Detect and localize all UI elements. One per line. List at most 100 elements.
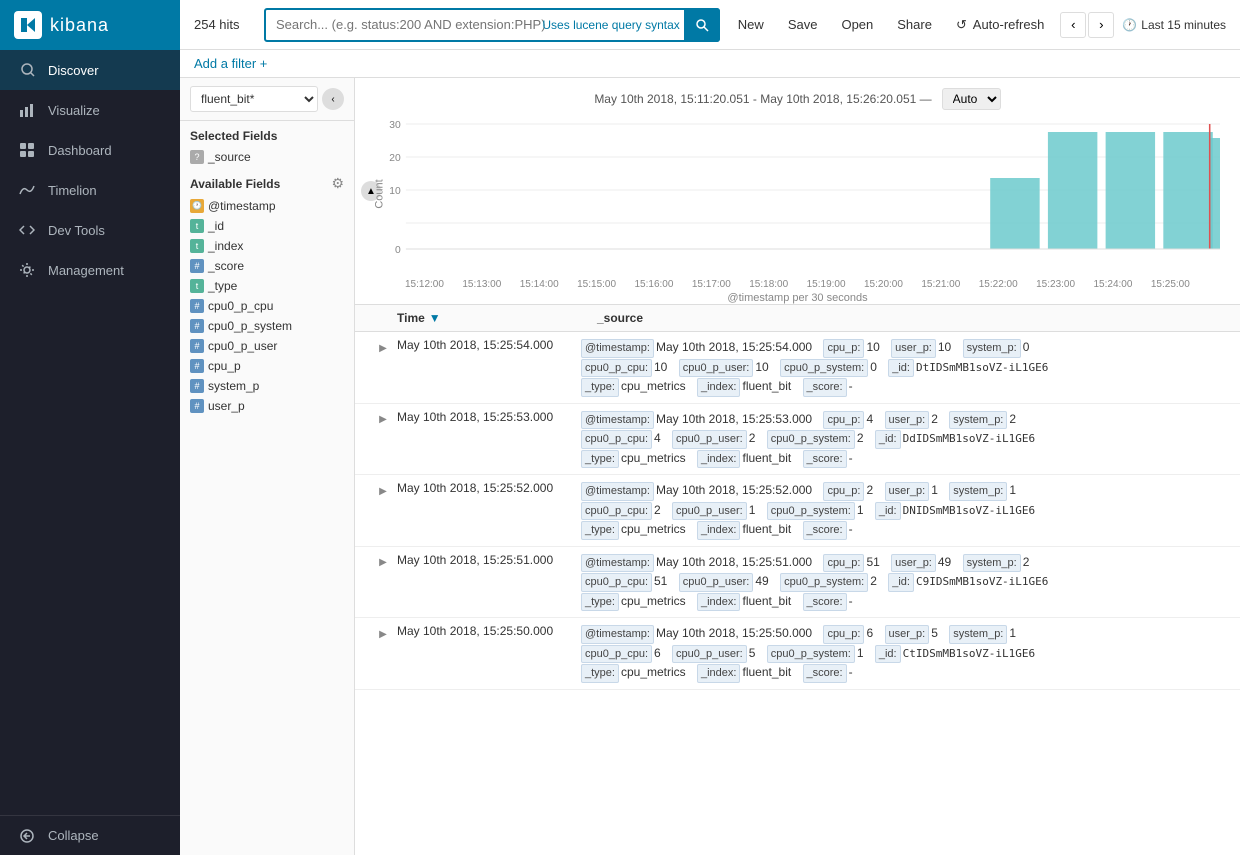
field-type-num-userp: # [190, 399, 204, 413]
field-score[interactable]: # _score [180, 256, 354, 276]
table-row: ▶ May 10th 2018, 15:25:50.000 @timestamp… [355, 618, 1240, 690]
refresh-icon: ↺ [956, 17, 967, 32]
search-button[interactable] [684, 8, 720, 42]
result-source-5: @timestamp:May 10th 2018, 15:25:50.000 c… [581, 624, 1220, 683]
visualize-icon [16, 102, 38, 118]
sidebar-nav: Discover Visualize Dashboard Timelion De… [0, 50, 180, 815]
svg-text:10: 10 [389, 186, 401, 197]
expand-row-2[interactable]: ▶ [375, 412, 391, 428]
result-source-2: @timestamp:May 10th 2018, 15:25:53.000 c… [581, 410, 1220, 469]
main-content: 254 hits Uses lucene query syntax New Sa… [180, 0, 1240, 855]
field-type-num-sysp: # [190, 379, 204, 393]
content: fluent_bit* ‹ Selected Fields ? _source … [180, 78, 1240, 855]
discover-icon [16, 62, 38, 78]
field-type[interactable]: t _type [180, 276, 354, 296]
chart-interval-select[interactable]: Auto [942, 88, 1001, 110]
selected-field-source[interactable]: ? _source [180, 147, 354, 167]
result-time-4: May 10th 2018, 15:25:51.000 [397, 553, 581, 567]
available-fields-section: Available Fields ⚙ [180, 167, 354, 196]
field-cpu0-system[interactable]: # cpu0_p_system [180, 316, 354, 336]
svg-text:20: 20 [389, 153, 401, 164]
collapse-btn[interactable]: Collapse [0, 815, 180, 855]
chart-controls: May 10th 2018, 15:11:20.051 - May 10th 2… [375, 88, 1220, 110]
sidebar-item-timelion[interactable]: Timelion [0, 170, 180, 210]
open-button[interactable]: Open [833, 13, 881, 36]
field-cpu0-cpu[interactable]: # cpu0_p_cpu [180, 296, 354, 316]
devtools-icon [16, 222, 38, 238]
chart-time-range: May 10th 2018, 15:11:20.051 - May 10th 2… [594, 92, 931, 106]
field-type-num-cpu0cpu: # [190, 299, 204, 313]
chart-area: ▲ May 10th 2018, 15:11:20.051 - May 10th… [355, 78, 1240, 305]
field-type-badge-source: ? [190, 150, 204, 164]
table-row: ▶ May 10th 2018, 15:25:52.000 @timestamp… [355, 475, 1240, 547]
logo-icon [14, 11, 42, 39]
prev-arrow[interactable]: ‹ [1060, 12, 1086, 38]
save-button[interactable]: Save [780, 13, 826, 36]
result-time-5: May 10th 2018, 15:25:50.000 [397, 624, 581, 638]
new-button[interactable]: New [730, 13, 772, 36]
logo-text: kibana [50, 15, 109, 36]
dashboard-icon [16, 142, 38, 158]
field-cpu-p[interactable]: # cpu_p [180, 356, 354, 376]
expand-row-1[interactable]: ▶ [375, 340, 391, 356]
fields-gear-icon[interactable]: ⚙ [331, 175, 344, 192]
results-area[interactable]: Time ▼ _source ▶ May 10th 2018, 15:25:54… [355, 305, 1240, 855]
result-source-4: @timestamp:May 10th 2018, 15:25:51.000 c… [581, 553, 1220, 612]
table-row: ▶ May 10th 2018, 15:25:51.000 @timestamp… [355, 547, 1240, 619]
index-selector: fluent_bit* ‹ [180, 78, 354, 121]
panel-collapse-button[interactable]: ‹ [322, 88, 344, 110]
result-source-1: @timestamp:May 10th 2018, 15:25:54.000 c… [581, 338, 1220, 397]
results-header: Time ▼ _source [355, 305, 1240, 332]
field-type-text-index: t [190, 239, 204, 253]
field-key: @timestamp: [581, 339, 654, 358]
logo[interactable]: kibana [0, 0, 180, 50]
next-arrow[interactable]: › [1088, 12, 1114, 38]
sidebar-item-management[interactable]: Management [0, 250, 180, 290]
search-container: Uses lucene query syntax [264, 8, 720, 42]
y-axis-label: Count [374, 179, 386, 208]
x-axis-labels: 15:12:00 15:13:00 15:14:00 15:15:00 15:1… [375, 277, 1220, 290]
management-icon [16, 262, 38, 278]
nav-arrows: ‹ › [1060, 12, 1114, 38]
share-button[interactable]: Share [889, 13, 940, 36]
field-index[interactable]: t _index [180, 236, 354, 256]
sidebar-item-visualize-label: Visualize [48, 103, 100, 118]
right-panel: ▲ May 10th 2018, 15:11:20.051 - May 10th… [355, 78, 1240, 855]
field-label-source: _source [208, 150, 344, 164]
index-pattern-select[interactable]: fluent_bit* [190, 86, 318, 112]
sidebar-item-visualize[interactable]: Visualize [0, 90, 180, 130]
sidebar-item-devtools[interactable]: Dev Tools [0, 210, 180, 250]
expand-row-4[interactable]: ▶ [375, 555, 391, 571]
selected-fields-header: Selected Fields [180, 121, 354, 147]
result-time-2: May 10th 2018, 15:25:53.000 [397, 410, 581, 424]
auto-refresh-button[interactable]: ↺ Auto-refresh [948, 13, 1052, 37]
result-time-1: May 10th 2018, 15:25:54.000 [397, 338, 581, 352]
sidebar: kibana Discover Visualize Dashboard Time… [0, 0, 180, 855]
expand-row-3[interactable]: ▶ [375, 483, 391, 499]
time-range-button[interactable]: 🕐 Last 15 minutes [1122, 18, 1226, 32]
available-fields-label: Available Fields [190, 177, 280, 191]
field-cpu0-user[interactable]: # cpu0_p_user [180, 336, 354, 356]
col-source-header: _source [597, 311, 1220, 325]
field-user-p[interactable]: # user_p [180, 396, 354, 416]
field-system-p[interactable]: # system_p [180, 376, 354, 396]
field-id[interactable]: t _id [180, 216, 354, 236]
col-time-header: Time ▼ [397, 311, 597, 325]
field-type-text-type: t [190, 279, 204, 293]
add-filter-button[interactable]: Add a filter + [194, 56, 267, 71]
result-time-3: May 10th 2018, 15:25:52.000 [397, 481, 581, 495]
sidebar-item-dashboard[interactable]: Dashboard [0, 130, 180, 170]
result-source-3: @timestamp:May 10th 2018, 15:25:52.000 c… [581, 481, 1220, 540]
chart-wrapper: Count 30 20 10 0 [375, 114, 1220, 274]
sidebar-item-dashboard-label: Dashboard [48, 143, 112, 158]
field-timestamp[interactable]: 🕐 @timestamp [180, 196, 354, 216]
field-type-text-id: t [190, 219, 204, 233]
table-row: ▶ May 10th 2018, 15:25:54.000 @timestamp… [355, 332, 1240, 404]
sidebar-item-discover[interactable]: Discover [0, 50, 180, 90]
filterbar: Add a filter + [180, 50, 1240, 78]
field-type-num-cpup: # [190, 359, 204, 373]
collapse-label: Collapse [48, 828, 99, 843]
expand-row-5[interactable]: ▶ [375, 626, 391, 642]
sidebar-item-discover-label: Discover [48, 63, 99, 78]
table-row: ▶ May 10th 2018, 15:25:53.000 @timestamp… [355, 404, 1240, 476]
